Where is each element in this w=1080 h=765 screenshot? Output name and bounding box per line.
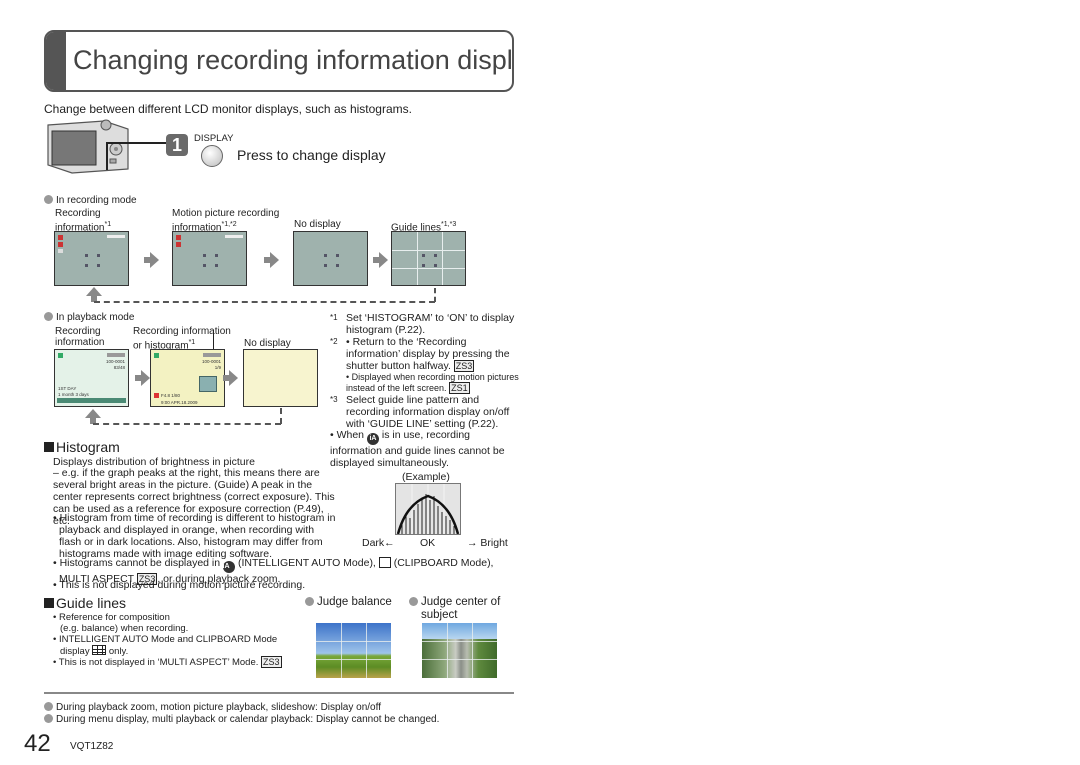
next-arrow-icon <box>373 252 388 268</box>
bullet-dot-icon <box>44 702 53 711</box>
photo-judge-center <box>422 623 497 678</box>
footnote-1: *1 Set ‘HISTOGRAM’ to ‘ON’ to display hi… <box>330 312 515 336</box>
next-arrow-icon <box>135 370 150 386</box>
bullet-dot-icon <box>409 597 418 606</box>
connector-line-v <box>106 142 108 170</box>
guide-lines-heading: Guide lines <box>44 595 126 611</box>
doc-code: VQT1Z82 <box>70 741 114 752</box>
example-caption: (Example) <box>402 471 450 483</box>
step-number-badge: 1 <box>166 134 188 156</box>
rec-screen-label-3: No display <box>294 219 341 230</box>
mini-histogram <box>199 376 217 392</box>
rec-screen-label-1: Recording information*1 <box>55 208 112 234</box>
judge-center-label: Judge center of subject <box>409 596 500 622</box>
model-tag: ZS1 <box>449 382 470 394</box>
pb-screen-label-1: Recording information <box>55 326 105 348</box>
judge-balance-label: Judge balance <box>305 596 392 608</box>
title-accent-bar <box>46 32 66 90</box>
bullet-dot-icon <box>44 312 53 321</box>
return-loop-line <box>93 423 281 425</box>
footnote-2: *2 • Return to the ‘Recording informatio… <box>330 336 510 372</box>
camera-illustration <box>44 117 132 175</box>
footnote-3: *3 Select guide line pattern and recordi… <box>330 394 510 430</box>
divider <box>44 692 514 694</box>
next-arrow-icon <box>223 370 238 386</box>
connector-line <box>108 142 168 144</box>
grid-pattern-icon <box>92 645 107 655</box>
bottom-note: During playback zoom, motion picture pla… <box>44 702 439 714</box>
step-instruction: Press to change display <box>237 147 386 163</box>
section-marker-icon <box>44 442 54 452</box>
intelligent-auto-icon: iA <box>223 561 236 573</box>
lcd-playback-no-display <box>243 349 318 407</box>
lcd-motion-picture-info <box>172 231 247 286</box>
return-loop-line-v <box>434 288 436 302</box>
example-bright-label: → Bright <box>467 537 508 549</box>
model-tag: ZS3 <box>261 656 282 668</box>
lcd-playback-info: 100-0001 83/48 1ST DAY 1 month 3 days <box>54 349 129 407</box>
guide-lines-bullets: • Reference for composition (e.g. balanc… <box>53 612 282 668</box>
pb-screen-label-3: No display <box>244 338 291 349</box>
page-title-box: Changing recording information display <box>44 30 514 92</box>
intelligent-auto-icon: iA <box>366 433 379 445</box>
next-arrow-icon <box>144 252 159 268</box>
photo-judge-balance <box>316 623 391 678</box>
histogram-bullet-3: • This is not displayed during motion pi… <box>53 579 306 591</box>
example-dark-label: Dark← <box>362 537 395 549</box>
playback-mode-heading: In playback mode <box>44 312 134 323</box>
page-title: Changing recording information display <box>73 45 514 75</box>
display-button-icon <box>201 145 223 167</box>
return-arrow-icon <box>85 409 101 424</box>
example-ok-label: OK <box>420 537 436 549</box>
bullet-dot-icon <box>44 714 53 723</box>
bullet-dot-icon <box>44 195 53 204</box>
footnotes: *1 Set ‘HISTOGRAM’ to ‘ON’ to display hi… <box>330 312 520 430</box>
lcd-guide-lines <box>391 231 466 286</box>
bullet-dot-icon <box>305 597 314 606</box>
lcd-playback-histogram: 100-0001 1/9 F4.8 1/80 9:00 APR.18.2009 <box>150 349 225 407</box>
histogram-heading: Histogram <box>44 439 120 455</box>
histogram-bullet-1: • Histogram from time of recording is di… <box>53 512 336 560</box>
return-loop-line <box>94 301 435 303</box>
bottom-notes: During playback zoom, motion picture pla… <box>44 702 439 726</box>
example-histogram <box>395 483 461 535</box>
step-number: 1 <box>171 135 182 155</box>
lcd-recording-info <box>54 231 129 286</box>
clipboard-icon <box>378 557 391 568</box>
display-button-label: DISPLAY <box>194 133 234 144</box>
ia-note: • When iA is in use, recording informati… <box>330 429 505 469</box>
rec-screen-label-2: Motion picture recording information*1,*… <box>172 208 280 234</box>
section-marker-icon <box>44 598 54 608</box>
return-arrow-icon <box>86 287 102 302</box>
page-number: 42 <box>24 730 51 757</box>
bottom-note: During menu display, multi playback or c… <box>44 714 439 726</box>
intro-text: Change between different LCD monitor dis… <box>44 102 412 116</box>
return-loop-line-v <box>280 408 282 424</box>
recording-mode-heading: In recording mode <box>44 195 137 206</box>
lcd-no-display <box>293 231 368 286</box>
pb-screen-label-2: Recording information or histogram*1 <box>133 326 231 352</box>
footnote-2b: • Displayed when recording motion pictur… <box>346 372 519 394</box>
model-tag: ZS3 <box>453 360 475 372</box>
next-arrow-icon <box>264 252 279 268</box>
